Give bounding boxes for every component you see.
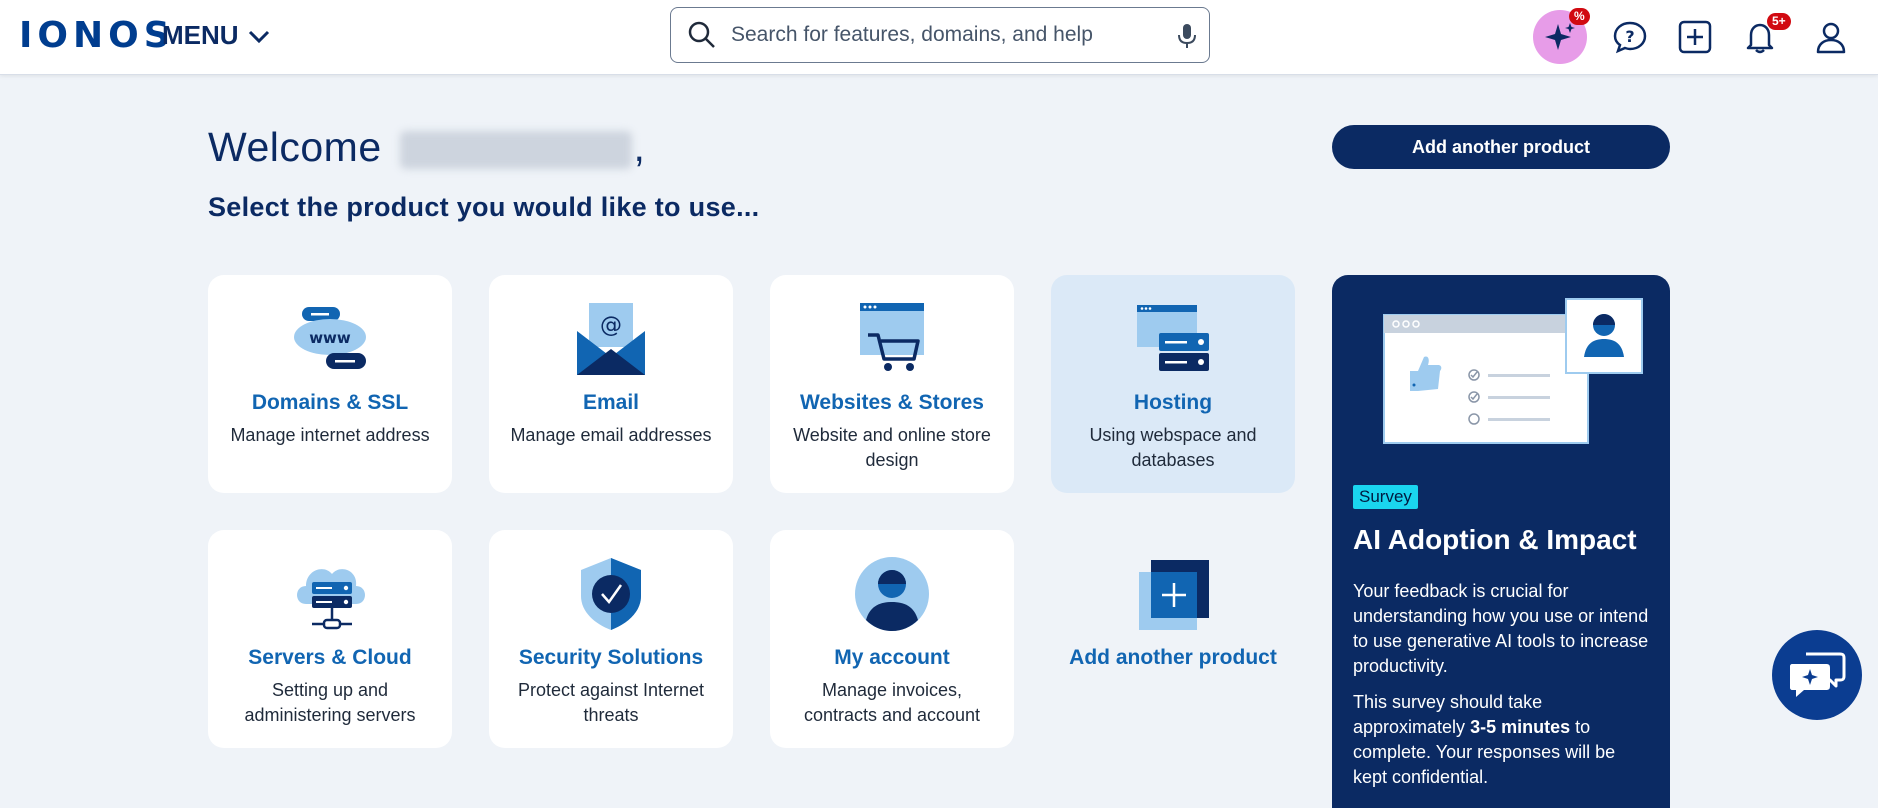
survey-title: AI Adoption & Impact [1353,524,1637,555]
card-description: Using webspace and databases [1089,425,1257,470]
card-title: Servers & Cloud [248,646,412,669]
survey-tag: Survey [1353,485,1418,509]
card-title: Websites & Stores [799,391,984,414]
welcome-heading: Welcome , [208,124,645,171]
survey-illustration [1383,298,1643,444]
top-bar: IONOS MENU % ? 5+ [0,0,1878,75]
product-card-servers[interactable]: Servers & Cloud Setting up and administe… [208,530,452,748]
cart-icon [860,303,924,371]
card-description: Manage invoices, contracts and account [803,680,981,725]
help-chat-icon: ? [1613,21,1647,54]
card-description: Manage internet address [230,425,430,445]
product-card-email[interactable]: @ Email Manage email addresses [489,275,733,493]
survey-panel[interactable]: Survey AI Adoption & Impact Your feedbac… [1332,275,1670,808]
svg-text:@: @ [600,313,622,338]
survey-paragraph-1: Your feedback is crucial for understandi… [1353,581,1649,676]
card-description: Protect against Internet threats [517,680,705,725]
user-icon [1816,22,1846,54]
plus-square-icon [1678,20,1712,54]
product-card-domains[interactable]: www Domains & SSL Manage internet addres… [208,275,452,493]
blurred-user-name [399,131,632,170]
add-button[interactable] [1670,12,1720,62]
search-box[interactable] [670,7,1210,63]
menu-label: MENU [162,20,239,50]
search-icon [688,21,715,48]
ai-badge: % [1569,8,1590,25]
product-card-websites[interactable]: Websites & Stores Website and online sto… [770,275,1014,493]
profile-button[interactable] [1806,12,1856,62]
product-card-account[interactable]: My account Manage invoices, contracts an… [770,530,1014,748]
email-icon: @ [577,303,645,375]
product-card-security[interactable]: Security Solutions Protect against Inter… [489,530,733,748]
notifications-button[interactable]: 5+ [1735,12,1791,62]
microphone-icon[interactable] [1175,22,1199,50]
search-input[interactable] [731,23,1161,47]
www-icon: www [294,307,366,369]
welcome-comma: , [633,124,646,170]
menu-button[interactable]: MENU [162,20,271,51]
ionos-logo[interactable]: IONOS [19,16,175,56]
help-button[interactable]: ? [1605,12,1655,62]
product-card-hosting[interactable]: Hosting Using webspace and databases [1051,275,1295,493]
chat-assistant-button[interactable] [1772,630,1862,720]
server-icon [1137,305,1209,371]
add-another-product-button[interactable]: Add another product [1332,125,1670,169]
card-title: Add another product [1069,646,1277,669]
survey-paragraph-2: This survey should take approximately 3-… [1353,690,1653,790]
sparkle-icon [1545,23,1575,50]
chevron-down-icon [248,30,269,43]
product-card-add[interactable]: Add another product [1051,530,1295,748]
card-title: My account [834,646,950,669]
svg-text:?: ? [1625,27,1634,46]
card-title: Security Solutions [518,646,704,669]
card-title: Domains & SSL [251,391,409,414]
cloud-server-icon [297,569,365,630]
card-description: Manage email addresses [510,425,712,445]
notifications-badge: 5+ [1767,13,1791,30]
card-title: Email [582,391,640,414]
shield-icon [581,558,641,630]
page-subtitle: Select the product you would like to use… [208,192,760,222]
card-description: Website and online store design [793,425,991,470]
survey-duration: 3-5 minutes [1470,717,1571,737]
user-icon [855,557,929,631]
card-description: Setting up and administering servers [244,680,416,725]
chat-sparkle-icon [1790,652,1846,697]
card-title: Hosting [1133,391,1213,414]
ai-assistant-button[interactable]: % [1533,8,1590,64]
add-icon [1139,560,1209,630]
welcome-greeting: Welcome [208,124,382,170]
svg-text:www: www [309,329,351,347]
